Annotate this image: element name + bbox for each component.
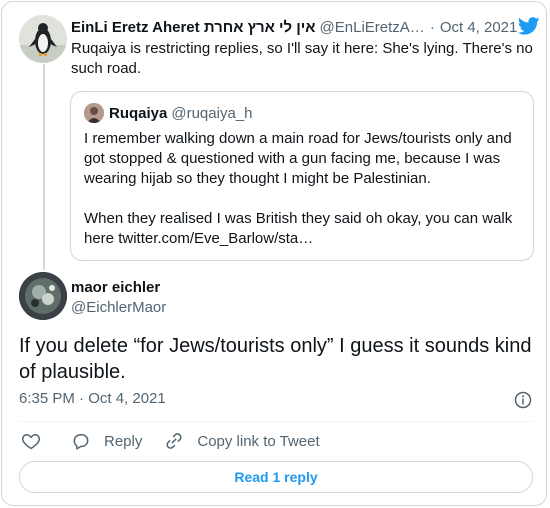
reply-avatar-icon (19, 272, 67, 320)
quoted-paragraph-1: I remember walking down a main road for … (84, 130, 512, 187)
tweet-card: EinLi Eretz Aheret אין לי ארץ אחרת @EnLi… (1, 1, 547, 506)
reply-button-label: Reply (104, 432, 143, 450)
read-replies-button[interactable]: Read 1 reply (19, 461, 533, 493)
tweet-text: Ruqaiya is restricting replies, so I'll … (71, 40, 533, 77)
info-icon[interactable] (514, 391, 532, 409)
action-bar: Reply Copy link to Tweet (21, 431, 342, 451)
author-name[interactable]: EinLi Eretz Aheret אין לי ארץ אחרת (71, 19, 316, 36)
author-handle[interactable]: @EnLiEretzA… (320, 19, 425, 36)
reply-author-handle[interactable]: @EichlerMaor (71, 299, 166, 316)
reply-bubble-icon (73, 434, 89, 450)
tweet-header: EinLi Eretz Aheret אין לי ארץ אחרת @EnLi… (71, 17, 541, 37)
heart-icon (22, 433, 40, 450)
twitter-bird-icon[interactable] (517, 15, 541, 37)
tweet-date[interactable]: Oct 4, 2021 (440, 19, 518, 36)
quoted-avatar-icon (84, 103, 104, 123)
quoted-tweet[interactable]: Ruqaiya @ruqaiya_h I remember walking do… (70, 91, 534, 261)
quoted-header: Ruqaiya @ruqaiya_h (84, 103, 252, 123)
reply-text: If you delete “for Jews/tourists only” I… (19, 335, 532, 383)
like-button[interactable] (21, 431, 41, 451)
quoted-author-name: Ruqaiya (109, 104, 168, 122)
reply-timestamp[interactable]: 6:35 PM · Oct 4, 2021 (19, 390, 166, 407)
reply-author-avatar[interactable] (19, 272, 67, 320)
divider (19, 421, 533, 422)
author-avatar[interactable] (19, 15, 67, 63)
reply-author-name[interactable]: maor eichler (71, 279, 160, 296)
reply-button[interactable]: Reply (71, 431, 142, 451)
quoted-avatar (84, 103, 104, 123)
quoted-paragraph-2: When they realised I was British they sa… (84, 210, 513, 247)
separator-dot: · (429, 18, 435, 36)
thread-line (43, 64, 45, 270)
copy-link-label: Copy link to Tweet (197, 432, 320, 450)
link-icon (166, 433, 182, 449)
penguin-avatar-icon (19, 15, 67, 63)
copy-link-button[interactable]: Copy link to Tweet (164, 431, 320, 451)
quoted-author-handle: @ruqaiya_h (171, 104, 253, 122)
quoted-text: I remember walking down a main road for … (84, 129, 524, 249)
